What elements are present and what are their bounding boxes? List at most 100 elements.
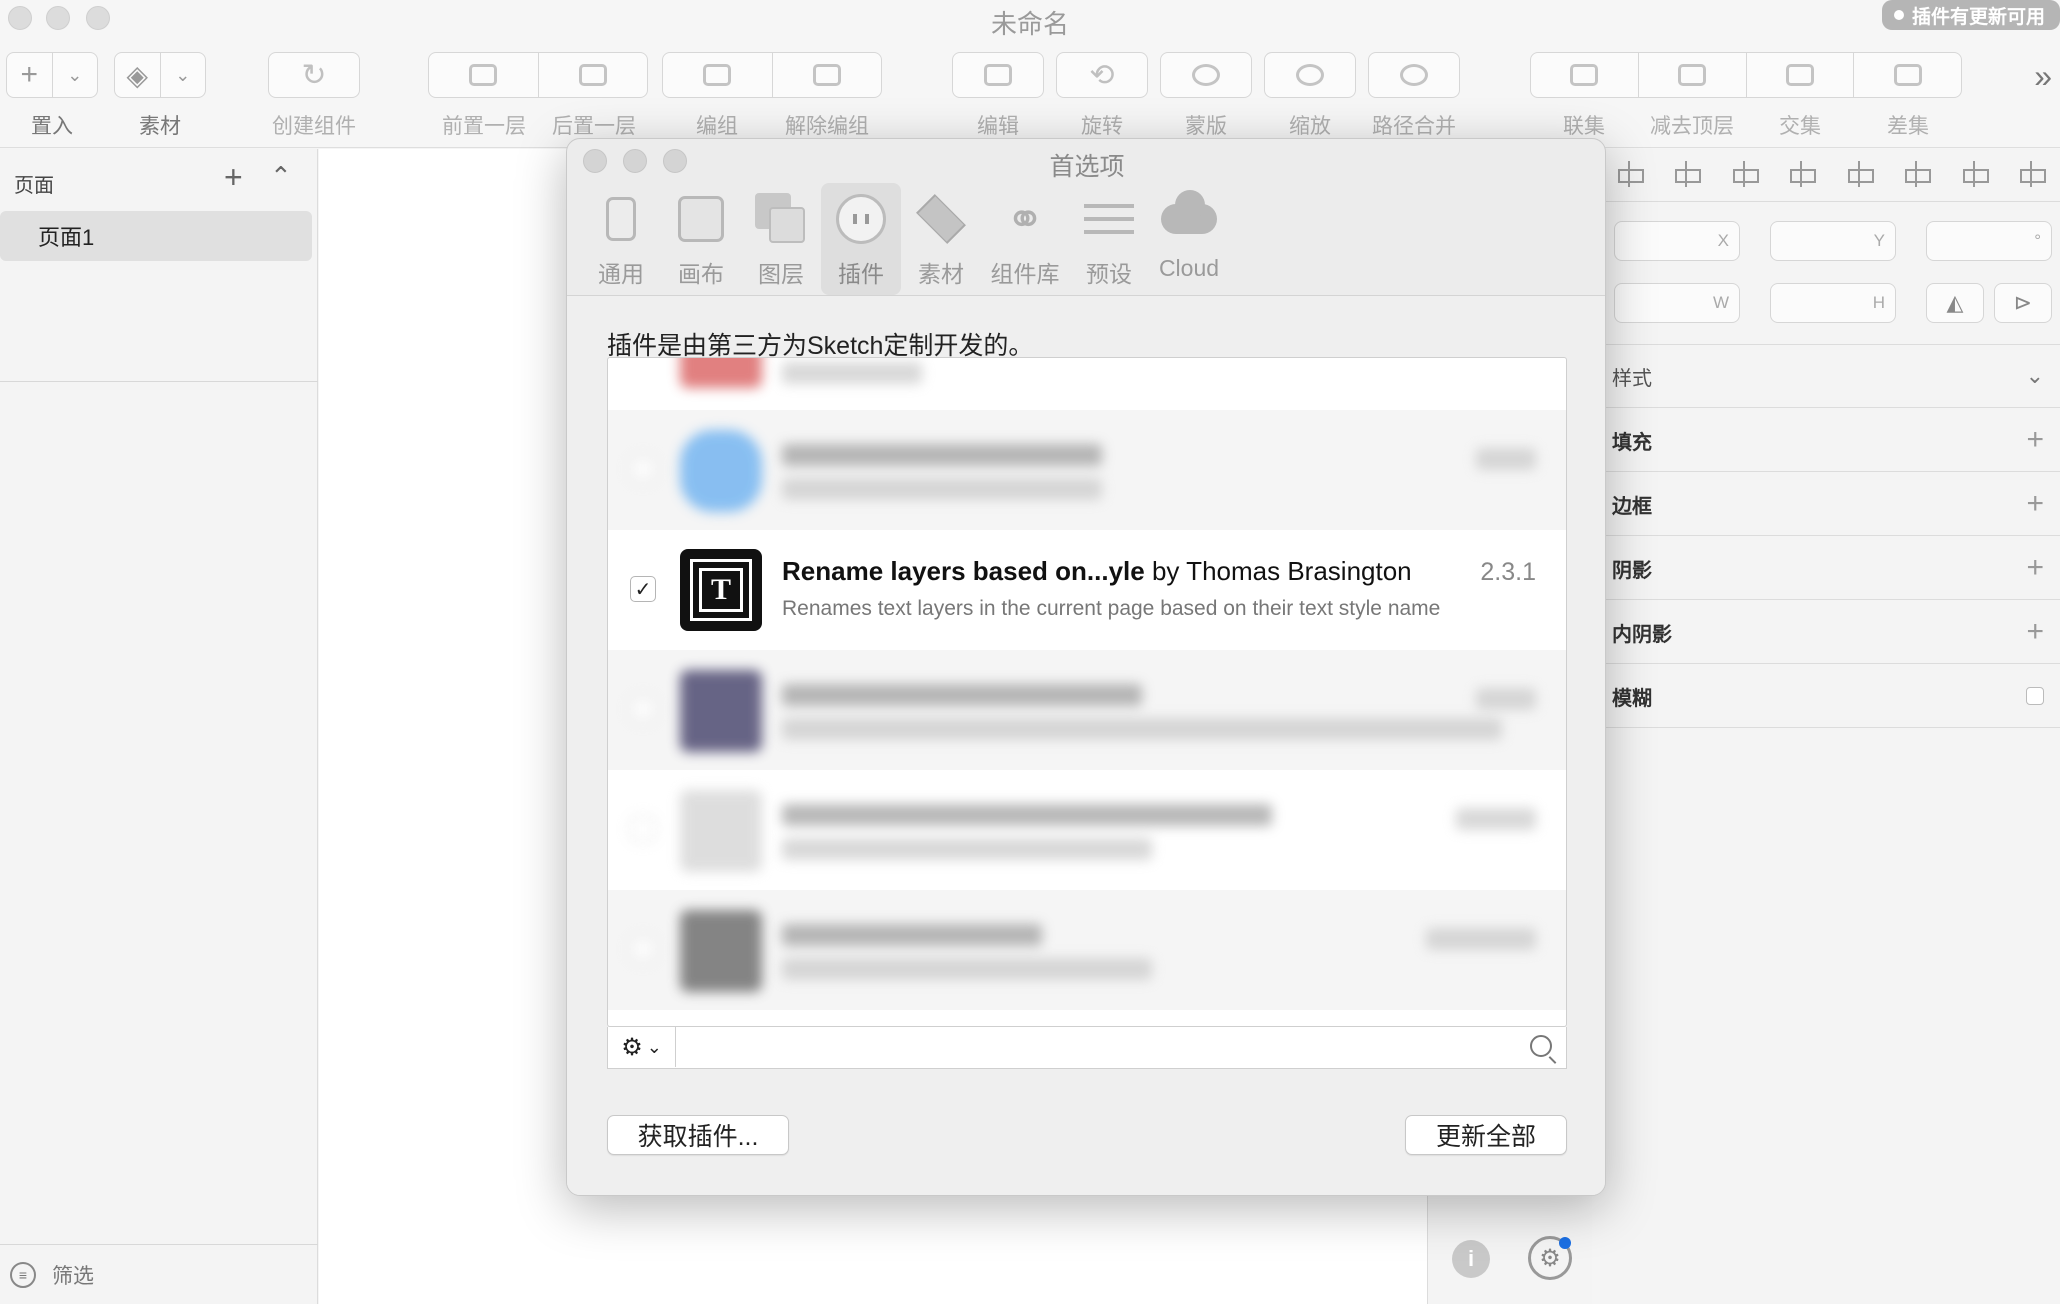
plugin-update-badge[interactable]: 插件有更新可用 <box>1882 0 2060 30</box>
filter-bar[interactable]: ≡ 筛选 <box>0 1244 318 1304</box>
gear-icon[interactable]: ⚙ <box>1528 1236 1572 1280</box>
border-row: 边框 + <box>1600 473 2060 536</box>
plugin-checkbox[interactable]: ✓ <box>630 576 656 602</box>
add-shadow-icon[interactable]: + <box>2026 551 2044 585</box>
plugin-checkbox[interactable] <box>630 456 656 482</box>
update-all-button[interactable]: 更新全部 <box>1405 1115 1567 1155</box>
scale-button[interactable] <box>1264 52 1356 98</box>
plugin-icon <box>680 430 762 512</box>
flip-vertical-icon: ⊳ <box>2013 290 2033 315</box>
align-middle-icon[interactable] <box>1959 159 1989 189</box>
subtract-button[interactable] <box>1637 53 1746 97</box>
tab-assets[interactable]: 素材 <box>901 183 981 295</box>
list-item[interactable]: ✓ T Rename layers based on...yle by Thom… <box>608 530 1566 650</box>
arrange-buttons <box>428 52 648 98</box>
list-item[interactable] <box>608 890 1566 1010</box>
create-symbol-button[interactable]: ↻ <box>268 52 360 98</box>
rotation-field[interactable]: ° <box>1926 221 2052 261</box>
backward-button[interactable] <box>537 53 648 97</box>
plugin-checkbox[interactable] <box>630 816 656 842</box>
intersect-button[interactable] <box>1745 53 1854 97</box>
add-fill-icon[interactable]: + <box>2026 423 2044 457</box>
chevron-up-icon[interactable]: ⌃ <box>270 161 292 192</box>
mask-button[interactable] <box>1160 52 1252 98</box>
distribute-vertical-icon[interactable] <box>1671 159 1702 189</box>
plugin-list[interactable]: ✓ T Rename layers based on...yle by Thom… <box>607 357 1567 1027</box>
edit-button[interactable] <box>952 52 1044 98</box>
tab-layers[interactable]: 图层 <box>741 183 821 295</box>
assets-icon <box>913 191 969 247</box>
toolbar-overflow-icon[interactable]: » <box>2034 58 2052 95</box>
y-field[interactable]: Y <box>1770 221 1896 261</box>
tab-general[interactable]: 通用 <box>581 183 661 295</box>
inner-shadow-label: 内阴影 <box>1612 623 1672 646</box>
plugin-version <box>1476 448 1536 470</box>
add-border-icon[interactable]: + <box>2026 487 2044 521</box>
align-center-icon[interactable] <box>1786 159 1817 189</box>
ungroup-button[interactable] <box>771 53 882 97</box>
tab-canvas[interactable]: 画布 <box>661 183 741 295</box>
get-plugins-button[interactable]: 获取插件... <box>607 1115 789 1155</box>
list-item[interactable] <box>608 650 1566 770</box>
union-button[interactable] <box>1531 53 1638 97</box>
forward-button[interactable] <box>429 53 538 97</box>
distribute-horizontal-icon[interactable] <box>1614 159 1644 189</box>
group-button[interactable] <box>663 53 772 97</box>
intersect-icon <box>1785 64 1814 86</box>
blur-row: 模糊 <box>1600 665 2060 728</box>
intersect-label: 交集 <box>1779 115 1821 138</box>
info-icon[interactable]: i <box>1452 1240 1490 1278</box>
flip-horizontal-button[interactable]: ◭ <box>1926 283 1984 323</box>
rotate-button[interactable]: ⟲ <box>1056 52 1148 98</box>
add-page-icon[interactable]: + <box>224 159 243 196</box>
edit-label: 编辑 <box>977 115 1019 138</box>
tab-label: 图层 <box>758 261 804 287</box>
list-item[interactable] <box>608 770 1566 890</box>
plugin-checkbox[interactable] <box>630 696 656 722</box>
width-field[interactable]: W <box>1614 283 1740 323</box>
flip-vertical-button[interactable]: ⊳ <box>1994 283 2052 323</box>
assets-button[interactable]: ◈ ⌄ <box>114 52 206 98</box>
plugin-checkbox[interactable] <box>630 936 656 962</box>
tab-plugins[interactable]: 插件 <box>821 183 901 295</box>
difference-label: 差集 <box>1887 115 1929 138</box>
insert-button[interactable]: + ⌄ <box>6 52 98 98</box>
plugin-actions-menu[interactable]: ⚙ ⌄ <box>608 1027 676 1067</box>
page-item[interactable]: 页面1 <box>0 211 312 261</box>
add-inner-shadow-icon[interactable]: + <box>2026 615 2044 649</box>
plugin-search-input[interactable] <box>676 1027 1566 1068</box>
align-left-icon[interactable] <box>1729 159 1759 189</box>
preferences-dialog: 首选项 通用 画布 图层 插件 素材 ⚭ 组件库 预设 Cloud 插件是由第三… <box>566 138 1606 1196</box>
tab-libraries[interactable]: ⚭ 组件库 <box>981 183 1069 295</box>
tab-cloud[interactable]: Cloud <box>1149 183 1229 295</box>
layers-stack-icon: ◈ <box>126 59 149 91</box>
dialog-title: 首选项 <box>1049 153 1125 181</box>
difference-button[interactable] <box>1853 53 1961 97</box>
align-top-icon[interactable] <box>1901 159 1932 189</box>
list-item[interactable] <box>608 410 1566 530</box>
plugin-icon <box>680 670 762 752</box>
align-bottom-icon[interactable] <box>2016 159 2046 189</box>
style-row[interactable]: 样式 ⌄ <box>1600 345 2060 408</box>
tab-presets[interactable]: 预设 <box>1069 183 1149 295</box>
subtract-label: 减去顶层 <box>1650 115 1734 138</box>
align-right-icon[interactable] <box>1844 159 1874 189</box>
checkmark-icon: ✓ <box>634 578 652 601</box>
height-field[interactable]: H <box>1770 283 1896 323</box>
flatten-button[interactable] <box>1368 52 1460 98</box>
plugin-text: Rename layers based on...yle by Thomas B… <box>782 556 1440 621</box>
blur-checkbox[interactable] <box>2026 687 2044 705</box>
plugin-name: Rename layers based on...yle <box>782 556 1145 586</box>
difference-icon <box>1893 64 1922 86</box>
tab-label: 画布 <box>678 261 724 287</box>
flatten-label: 路径合并 <box>1372 115 1456 138</box>
canvas-icon <box>673 191 729 247</box>
plugin-icon <box>680 910 762 992</box>
width-field-label: W <box>1712 293 1729 312</box>
group-buttons <box>662 52 882 98</box>
mask-label: 蒙版 <box>1185 115 1227 138</box>
ungroup-icon <box>812 64 841 86</box>
list-item[interactable] <box>608 358 1566 410</box>
assets-label: 素材 <box>139 115 181 138</box>
x-field[interactable]: X <box>1614 221 1740 261</box>
